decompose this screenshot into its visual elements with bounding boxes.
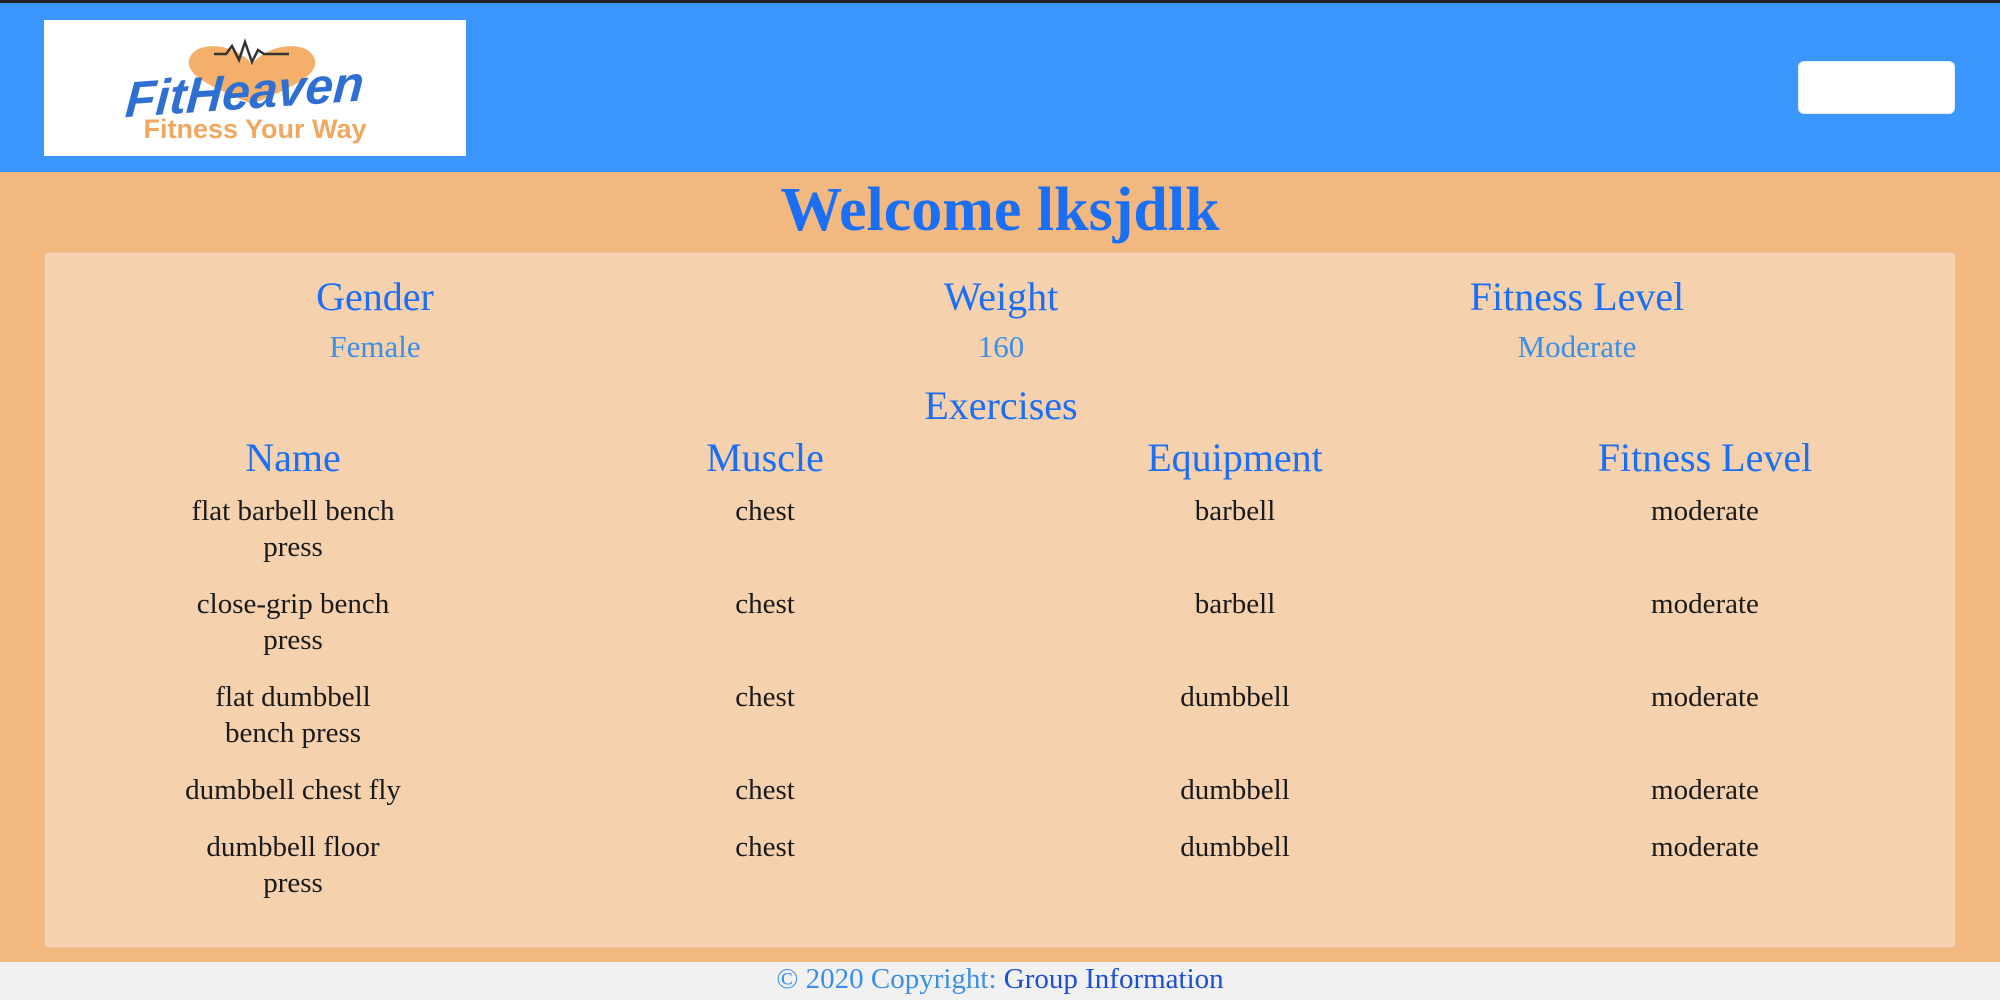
column-header-muscle: Muscle (706, 435, 824, 480)
weight-value: 160 (977, 329, 1025, 364)
logo-image: FitHeaven Fitness Your Way (124, 38, 367, 144)
copyright-text: © 2020 Copyright: (776, 963, 997, 995)
exercise-name-line: press (263, 624, 323, 656)
weight-label: Weight (943, 274, 1059, 319)
exercise-equipment: dumbbell (1180, 681, 1290, 713)
exercise-name-line: press (263, 531, 323, 563)
exercise-name: flat dumbbell bench press (93, 679, 493, 751)
exercise-muscle: chest (735, 681, 795, 713)
exercise-level: moderate (1651, 588, 1759, 620)
exercise-equipment: barbell (1194, 495, 1276, 527)
fitness-label: Fitness Level (1469, 274, 1685, 319)
exercise-name-line: dumbbell floor (206, 831, 380, 863)
exercise-muscle: chest (735, 774, 795, 806)
exercise-equipment: dumbbell (1180, 831, 1290, 863)
profile-card: Gender Female Weight 160 Fitness Level M… (44, 252, 1956, 948)
exercise-name-line: close-grip bench (196, 588, 390, 620)
exercise-level: moderate (1651, 495, 1759, 527)
exercise-level: moderate (1651, 774, 1759, 806)
gender-label: Gender (316, 274, 434, 319)
exercise-level: moderate (1651, 681, 1759, 713)
footer: © 2020 Copyright: Group Information (0, 962, 2000, 1000)
exercise-muscle: chest (735, 588, 795, 620)
exercise-name-line: dumbbell chest fly (185, 774, 401, 806)
exercises-title: Exercises (924, 383, 1078, 428)
group-information-link[interactable]: Group Information (1004, 963, 1224, 995)
exercise-muscle: chest (735, 831, 795, 863)
exercise-name-line: flat barbell bench (191, 495, 395, 527)
exercise-name: close-grip bench press (93, 586, 493, 658)
exercise-level: moderate (1651, 831, 1759, 863)
exercise-equipment: barbell (1194, 588, 1276, 620)
exercise-equipment: dumbbell (1180, 774, 1290, 806)
exercise-name-line: press (263, 867, 323, 899)
welcome-heading: Welcome lksjdlk (780, 176, 1220, 244)
navbar: FitHeaven Fitness Your Way (0, 3, 2000, 172)
logo-tagline-text: Fitness Your Way (143, 114, 366, 144)
exercise-name: flat barbell bench press (93, 493, 493, 565)
column-header-name: Name (245, 435, 341, 480)
column-header-fitness-level: Fitness Level (1597, 435, 1813, 480)
exercise-muscle: chest (735, 495, 795, 527)
exercise-name: dumbbell chest fly (93, 772, 493, 808)
logo[interactable]: FitHeaven Fitness Your Way (44, 20, 466, 156)
exercise-name: dumbbell floor press (93, 829, 493, 901)
exercise-name-line: bench press (224, 717, 362, 749)
exercise-name-line: flat dumbbell (215, 681, 371, 713)
column-header-equipment: Equipment (1147, 435, 1323, 480)
fitness-value: Moderate (1517, 329, 1637, 364)
gender-value: Female (329, 329, 421, 364)
menu-toggle-button[interactable] (1798, 61, 1955, 114)
